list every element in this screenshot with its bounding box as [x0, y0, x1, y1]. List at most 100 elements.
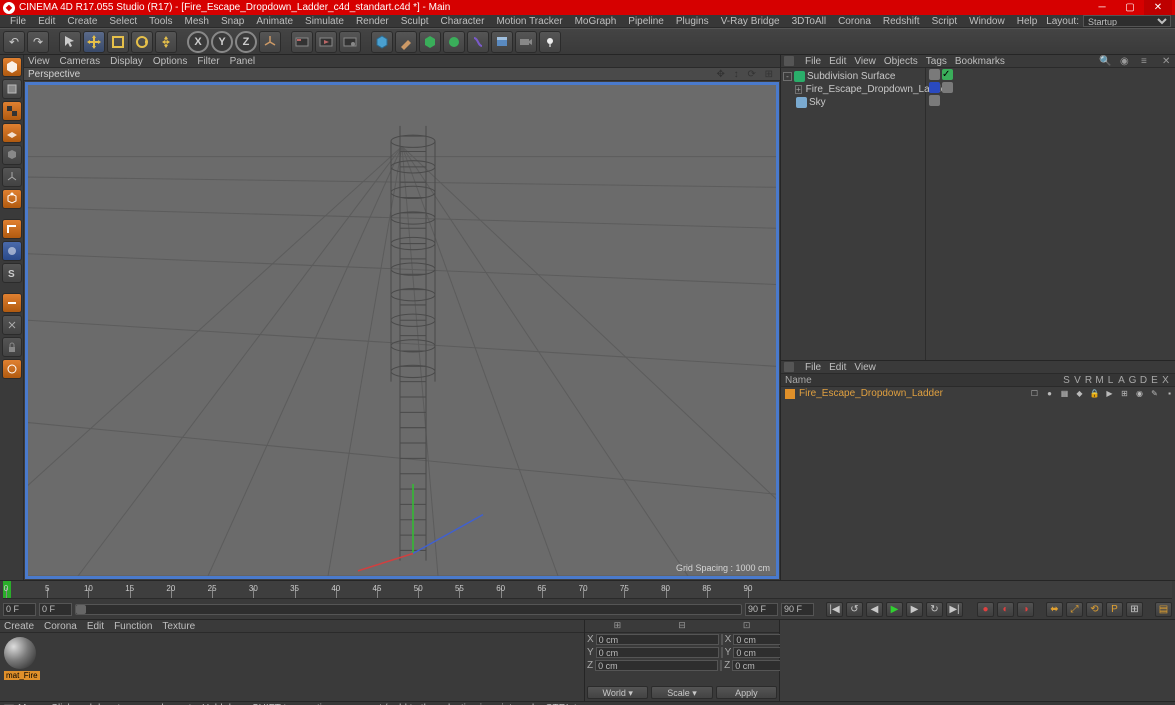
prev-frame-button[interactable]: ◀	[866, 602, 883, 617]
axis-z-toggle[interactable]: Z	[235, 31, 257, 53]
matmenu-create[interactable]: Create	[4, 621, 34, 632]
menu-character[interactable]: Character	[435, 16, 491, 27]
minimize-button[interactable]: ─	[1088, 0, 1116, 15]
layer-flag-a[interactable]: ▶	[1104, 388, 1115, 399]
axis-mode-button[interactable]	[2, 167, 22, 187]
coord-input[interactable]	[595, 660, 718, 671]
layermenu-view[interactable]: View	[854, 362, 876, 373]
uv-mode-button[interactable]: S	[2, 263, 22, 283]
keyselection-button[interactable]: ◑	[1017, 602, 1034, 617]
primitive-cube-button[interactable]	[371, 31, 393, 53]
coord-world-button[interactable]: World ▾	[587, 686, 648, 699]
menu-animate[interactable]: Animate	[250, 16, 299, 27]
panel-menu-icon[interactable]: ≡	[1141, 56, 1151, 66]
object-tree[interactable]: -Subdivision Surface+Fire_Escape_Dropdow…	[781, 68, 1175, 360]
goto-prevkey-button[interactable]: ↺	[846, 602, 863, 617]
undo-button[interactable]: ↶	[3, 31, 25, 53]
key-pos-button[interactable]: ⬌	[1046, 602, 1063, 617]
menu-v-ray-bridge[interactable]: V-Ray Bridge	[715, 16, 786, 27]
project-end-input[interactable]	[781, 603, 814, 616]
light-button[interactable]	[539, 31, 561, 53]
texture-mode-button[interactable]	[2, 101, 22, 121]
menu-snap[interactable]: Snap	[215, 16, 250, 27]
panel-close-icon[interactable]: ✕	[1162, 56, 1172, 66]
record-button[interactable]: ●	[977, 602, 994, 617]
object-row[interactable]: -Subdivision Surface	[781, 70, 925, 83]
edge-mode-button[interactable]	[2, 219, 22, 239]
menu-render[interactable]: Render	[350, 16, 395, 27]
layer-flag-x[interactable]: ▪	[1164, 388, 1175, 399]
lock-button[interactable]	[2, 337, 22, 357]
viewport[interactable]: Grid Spacing : 1000 cm	[25, 82, 779, 579]
maximize-button[interactable]: ▢	[1116, 0, 1144, 15]
render-pv-button[interactable]	[315, 31, 337, 53]
rotate-tool[interactable]	[131, 31, 153, 53]
menu-corona[interactable]: Corona	[832, 16, 877, 27]
objmenu-file[interactable]: File	[805, 56, 821, 67]
spinner-icon[interactable]	[721, 647, 723, 658]
generator2-button[interactable]	[443, 31, 465, 53]
layer-list[interactable]: Fire_Escape_Dropdown_Ladder☐●▦◆🔒▶⊞◉✎▪	[781, 387, 1175, 580]
goto-end-button[interactable]: ▶|	[946, 602, 963, 617]
menu-edit[interactable]: Edit	[32, 16, 61, 27]
search-icon[interactable]: 🔍	[1099, 56, 1109, 66]
coord-input[interactable]	[596, 647, 719, 658]
expand-toggle[interactable]: -	[783, 72, 792, 81]
matmenu-function[interactable]: Function	[114, 621, 152, 632]
time-ruler[interactable]: 051015202530354045505560657075808590	[3, 581, 1172, 599]
menu-redshift[interactable]: Redshift	[877, 16, 926, 27]
goto-nextkey-button[interactable]: ↻	[926, 602, 943, 617]
key-pla-button[interactable]: ⊞	[1126, 602, 1143, 617]
layer-flag-s[interactable]: ☐	[1029, 388, 1040, 399]
material-label[interactable]: mat_Fire	[4, 671, 40, 680]
viewmenu-panel[interactable]: Panel	[230, 56, 256, 67]
layout-select[interactable]: Startup	[1083, 15, 1171, 27]
menu-3dtoall[interactable]: 3DToAll	[786, 16, 832, 27]
range-start-input[interactable]	[3, 603, 36, 616]
layer-flag-l[interactable]: 🔒	[1089, 388, 1100, 399]
layer-flag-d[interactable]: ◉	[1134, 388, 1145, 399]
timeline-options-button[interactable]: ▤	[1155, 602, 1172, 617]
tweak-button[interactable]	[2, 293, 22, 313]
menu-simulate[interactable]: Simulate	[299, 16, 350, 27]
redo-button[interactable]: ↷	[27, 31, 49, 53]
object-mode-button[interactable]	[2, 145, 22, 165]
render-view-button[interactable]	[291, 31, 313, 53]
axis-y-toggle[interactable]: Y	[211, 31, 233, 53]
layer-flag-e[interactable]: ✎	[1149, 388, 1160, 399]
object-row[interactable]: Sky	[781, 96, 925, 109]
snap-button[interactable]	[2, 315, 22, 335]
layer-flag-v[interactable]: ●	[1044, 388, 1055, 399]
spline-pen-button[interactable]	[395, 31, 417, 53]
range-end-input[interactable]	[745, 603, 778, 616]
material-preview[interactable]	[4, 637, 36, 669]
autokey-button[interactable]: ◐	[997, 602, 1014, 617]
model-mode-button[interactable]	[2, 79, 22, 99]
view-nav-icon[interactable]: ✥ ↕ ⟳ ⊞	[717, 69, 776, 80]
layermenu-edit[interactable]: Edit	[829, 362, 846, 373]
layer-row[interactable]: Fire_Escape_Dropdown_Ladder☐●▦◆🔒▶⊞◉✎▪	[781, 387, 1175, 400]
close-button[interactable]: ✕	[1144, 0, 1172, 15]
material-list[interactable]: mat_Fire	[0, 633, 584, 701]
coord-system-button[interactable]	[259, 31, 281, 53]
render-settings-button[interactable]	[339, 31, 361, 53]
viewmenu-filter[interactable]: Filter	[197, 56, 219, 67]
move-tool[interactable]	[83, 31, 105, 53]
matmenu-edit[interactable]: Edit	[87, 621, 104, 632]
key-param-button[interactable]: P	[1106, 602, 1123, 617]
panel-grip-icon[interactable]	[784, 362, 794, 372]
spinner-icon[interactable]	[720, 660, 722, 671]
objmenu-bookmarks[interactable]: Bookmarks	[955, 56, 1005, 67]
objmenu-edit[interactable]: Edit	[829, 56, 846, 67]
menu-create[interactable]: Create	[61, 16, 103, 27]
goto-start-button[interactable]: |◀	[826, 602, 843, 617]
objmenu-objects[interactable]: Objects	[884, 56, 918, 67]
key-scale-button[interactable]: ⤢	[1066, 602, 1083, 617]
camera-button[interactable]	[515, 31, 537, 53]
matmenu-corona[interactable]: Corona	[44, 621, 77, 632]
range-slider[interactable]	[75, 604, 742, 615]
menu-mesh[interactable]: Mesh	[179, 16, 215, 27]
menu-file[interactable]: File	[4, 16, 32, 27]
workplane-button[interactable]	[2, 123, 22, 143]
menu-sculpt[interactable]: Sculpt	[395, 16, 435, 27]
